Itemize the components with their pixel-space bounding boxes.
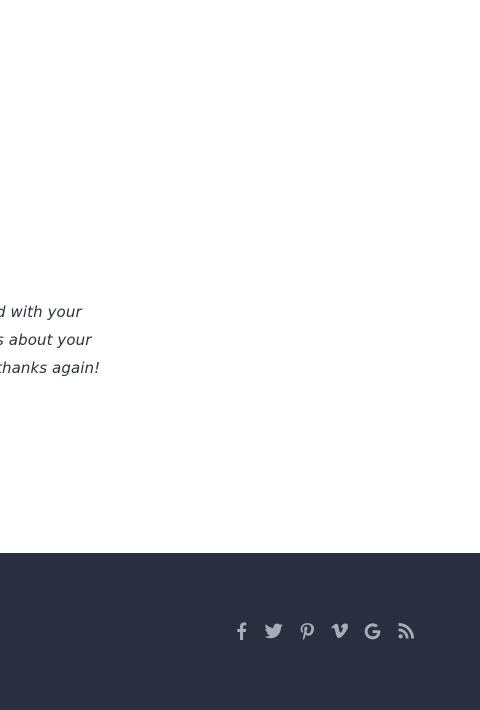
rss-link[interactable] [389,619,422,643]
testimonial-text: d with your s about your thanks again! [0,296,236,380]
pinterest-link[interactable] [290,619,323,643]
pinterest-icon [300,622,314,640]
main-content: d with your s about your thanks again! [0,0,480,553]
facebook-icon [236,622,246,640]
testimonial-line-1: d with your [0,303,82,321]
rss-icon [398,623,414,639]
twitter-icon [264,623,283,639]
social-links [224,619,422,643]
testimonial-line-3: thanks again! [0,359,101,377]
google-link[interactable] [356,619,389,643]
facebook-link[interactable] [224,619,257,643]
twitter-link[interactable] [257,619,290,643]
vimeo-link[interactable] [323,619,356,643]
google-icon [364,622,381,639]
testimonial-line-2: s about your [0,331,92,349]
vimeo-icon [331,623,348,639]
